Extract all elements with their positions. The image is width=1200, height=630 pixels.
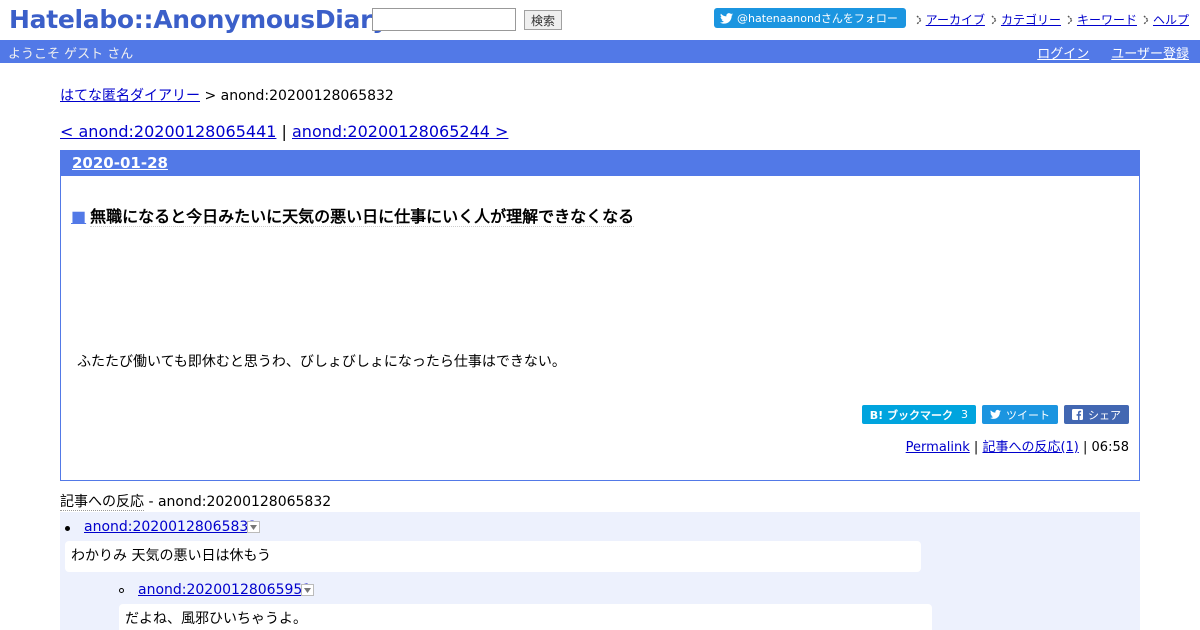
entry-title: ■ 無職になると今日みたいに天気の悪い日に仕事にいく人が理解できなくなる: [71, 203, 635, 227]
chevron-right-icon: [916, 15, 922, 24]
facebook-share-button[interactable]: シェア: [1064, 405, 1129, 424]
tweet-button[interactable]: ツイート: [982, 405, 1058, 424]
chevron-down-icon[interactable]: [301, 584, 314, 596]
chevron-right-icon: [1067, 15, 1073, 24]
reactions-heading-label: 記事への反応: [60, 494, 144, 511]
entry-title-link[interactable]: 無職になると今日みたいに天気の悪い日に仕事にいく人が理解できなくなる: [90, 207, 635, 227]
search-button[interactable]: 検索: [524, 10, 563, 30]
breadcrumb-home-link[interactable]: はてな匿名ダイアリー: [60, 88, 200, 104]
nav-keyword-link[interactable]: キーワード: [1077, 11, 1137, 28]
welcome-message: ようこそ ゲスト さん: [8, 47, 134, 62]
entry-body: ふたたび働いても即休むと思うわ、びしょびしょになったら仕事はできない。: [77, 354, 566, 370]
reaction-entry-link[interactable]: anond:20200128065832: [84, 519, 257, 535]
chevron-right-icon: [991, 15, 997, 24]
twitter-follow-label: @hatenaanondさんをフォロー: [737, 12, 898, 25]
footer-separator: |: [1078, 440, 1092, 455]
nav-archive-link[interactable]: アーカイブ: [926, 11, 985, 28]
user-links: ログイン ユーザー登録: [1015, 43, 1189, 62]
next-entry-link[interactable]: anond:20200128065244 >: [292, 122, 508, 141]
prev-entry-link[interactable]: < anond:20200128065441: [60, 122, 276, 141]
reactions-list: anond:20200128065832 わかりみ 天気の悪い日は休もう ano…: [60, 512, 1140, 630]
twitter-follow-button[interactable]: @hatenaanondさんをフォロー: [714, 8, 906, 28]
entry-pager: < anond:20200128065441 | anond:202001280…: [60, 122, 508, 141]
hatena-bookmark-button[interactable]: B! ブックマーク 3: [861, 405, 976, 424]
site-header: Hatelabo::AnonymousDiary 検索 @hatenaanond…: [0, 0, 1200, 40]
share-buttons: B! ブックマーク 3 ツイート シェア: [856, 405, 1129, 424]
site-logo[interactable]: Hatelabo::AnonymousDiary: [9, 5, 388, 34]
twitter-bird-icon: [720, 12, 733, 24]
tweet-label: ツイート: [1006, 408, 1050, 422]
user-bar: ようこそ ゲスト さん ログイン ユーザー登録: [0, 40, 1200, 63]
entry-time: 06:58: [1091, 440, 1129, 455]
chevron-right-icon: [1143, 15, 1149, 24]
reaction-body: わかりみ 天気の悪い日は休もう: [65, 541, 921, 572]
nav-item-keyword[interactable]: キーワード: [1067, 11, 1137, 28]
reaction-entry-link[interactable]: anond:20200128065951: [138, 582, 311, 598]
list-bullet: [65, 526, 70, 531]
chevron-down-icon[interactable]: [247, 521, 260, 533]
nav-help-link[interactable]: ヘルプ: [1153, 11, 1189, 28]
nav-item-category[interactable]: カテゴリー: [991, 11, 1061, 28]
breadcrumb-current: anond:20200128065832: [220, 88, 394, 104]
search-input[interactable]: [372, 8, 516, 31]
day-section: 2020-01-28 ■ 無職になると今日みたいに天気の悪い日に仕事にいく人が理解…: [60, 150, 1140, 481]
reactions-heading-target: - anond:20200128065832: [144, 494, 332, 510]
reaction-body: だよね、風邪ひいちゃうよ。: [119, 604, 932, 630]
bookmark-count: 3: [961, 408, 968, 421]
day-header: 2020-01-28: [61, 151, 1139, 176]
nav-item-archive[interactable]: アーカイブ: [916, 11, 985, 28]
breadcrumb-separator: >: [200, 88, 221, 104]
breadcrumb: はてな匿名ダイアリー > anond:20200128065832: [60, 85, 394, 105]
facebook-icon: [1072, 409, 1083, 420]
list-item: anond:20200128065832 わかりみ 天気の悪い日は休もう ano…: [60, 512, 1140, 630]
pager-separator: |: [276, 122, 292, 141]
register-link[interactable]: ユーザー登録: [1111, 43, 1189, 62]
twitter-bird-icon: [990, 409, 1001, 419]
header-nav: アーカイブ カテゴリー キーワード ヘルプ: [910, 11, 1189, 28]
share-label: シェア: [1088, 408, 1121, 422]
entry-permalink-marker[interactable]: ■: [71, 207, 86, 226]
permalink-link[interactable]: Permalink: [906, 440, 970, 455]
login-link[interactable]: ログイン: [1037, 43, 1089, 62]
nav-item-help[interactable]: ヘルプ: [1143, 11, 1189, 28]
reactions-count-link[interactable]: 記事への反応(1): [982, 440, 1078, 455]
list-bullet: [119, 588, 124, 593]
bookmark-label: B! ブックマーク: [869, 408, 953, 422]
footer-separator: |: [969, 440, 983, 455]
day-date-link[interactable]: 2020-01-28: [72, 154, 168, 172]
list-item: anond:20200128065951 だよね、風邪ひいちゃうよ。: [114, 575, 1014, 630]
entry-footer: Permalink | 記事への反応(1) | 06:58: [906, 436, 1129, 455]
nav-category-link[interactable]: カテゴリー: [1001, 11, 1061, 28]
